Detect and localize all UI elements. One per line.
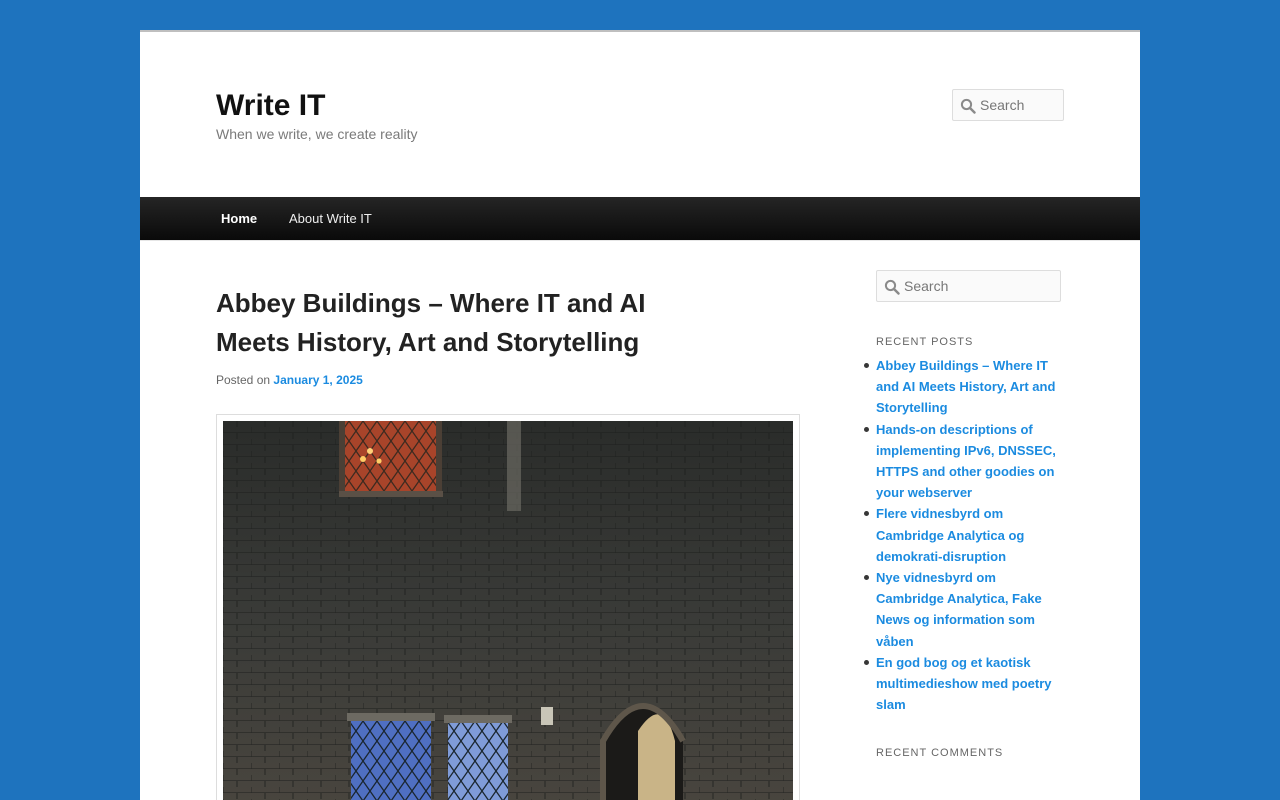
post-title[interactable]: Abbey Buildings – Where IT and AI Meets … xyxy=(216,284,716,362)
sidebar-search-field[interactable] xyxy=(876,270,1061,302)
search-icon xyxy=(884,279,900,295)
search-icon xyxy=(960,98,976,114)
posted-on-label: Posted on xyxy=(216,373,271,387)
site-title[interactable]: Write IT xyxy=(216,88,325,124)
abbey-photo-illustration xyxy=(223,421,793,800)
list-item: Flere vidnesbyrd om Cambridge Analytica … xyxy=(864,503,1066,567)
main-navigation: Home About Write IT xyxy=(140,197,1140,241)
post-image-frame xyxy=(216,414,800,800)
list-item: Nye vidnesbyrd om Cambridge Analytica, F… xyxy=(864,567,1066,652)
page-container: Write IT When we write, we create realit… xyxy=(140,30,1140,800)
nav-item-home[interactable]: Home xyxy=(221,197,257,240)
recent-posts-heading: Recent Posts xyxy=(876,336,974,348)
recent-post-link[interactable]: Flere vidnesbyrd om Cambridge Analytica … xyxy=(876,506,1024,563)
recent-post-link[interactable]: En god bog og et kaotisk multimedieshow … xyxy=(876,655,1052,712)
header-search-input[interactable] xyxy=(980,90,1058,120)
recent-comments-heading: Recent Comments xyxy=(876,747,1004,759)
recent-post-link[interactable]: Hands-on descriptions of implementing IP… xyxy=(876,422,1056,501)
site-tagline: When we write, we create reality xyxy=(216,126,418,142)
list-item: En god bog og et kaotisk multimedieshow … xyxy=(864,652,1066,716)
header-search-field[interactable] xyxy=(952,89,1064,121)
recent-posts-list: Abbey Buildings – Where IT and AI Meets … xyxy=(864,355,1066,716)
post-meta: Posted on January 1, 2025 xyxy=(216,373,363,387)
nav-item-about[interactable]: About Write IT xyxy=(289,197,372,240)
post-date-link[interactable]: January 1, 2025 xyxy=(273,373,362,387)
recent-post-link[interactable]: Nye vidnesbyrd om Cambridge Analytica, F… xyxy=(876,570,1042,649)
list-item: Hands-on descriptions of implementing IP… xyxy=(864,419,1066,504)
post-image[interactable] xyxy=(223,421,793,800)
recent-post-link[interactable]: Abbey Buildings – Where IT and AI Meets … xyxy=(876,358,1055,415)
list-item: Abbey Buildings – Where IT and AI Meets … xyxy=(864,355,1066,419)
sidebar-search-input[interactable] xyxy=(904,271,1055,301)
